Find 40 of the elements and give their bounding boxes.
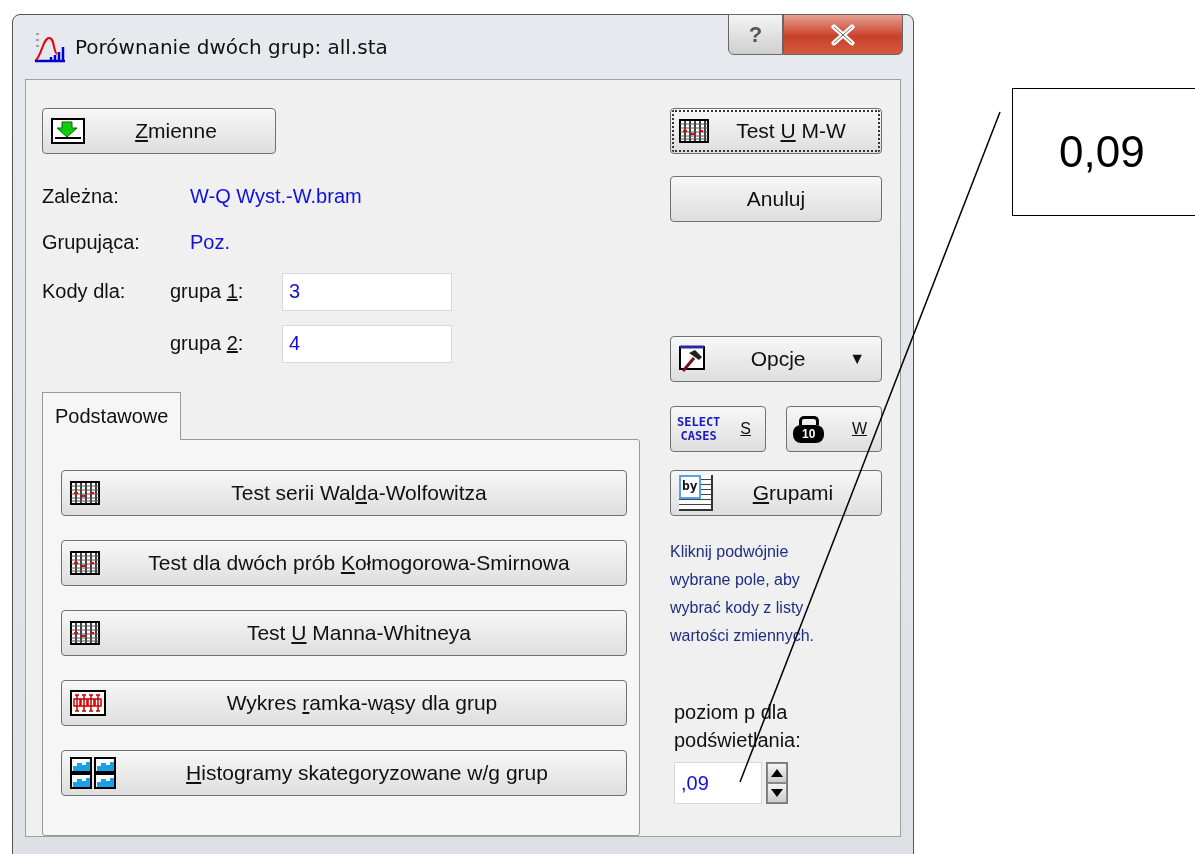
window-title: Porównanie dwóch grup: all.sta xyxy=(75,35,388,59)
callout-box: 0,09 xyxy=(1012,88,1195,216)
cancel-button[interactable]: Anuluj xyxy=(670,176,882,222)
test-button[interactable]: Test dla dwóch prób Kołmogorowa-Smirnowa xyxy=(61,539,627,586)
chart-icon xyxy=(33,30,67,64)
by-groups-button[interactable]: by Grupami xyxy=(670,470,882,516)
variable-value: Poz. xyxy=(190,231,231,255)
table-icon xyxy=(70,480,100,505)
group-label: grupa 1: xyxy=(170,280,245,304)
tab[interactable]: Podstawowe xyxy=(42,391,182,440)
run-test-button[interactable]: Test U M-W xyxy=(670,108,882,154)
table-icon xyxy=(70,620,100,645)
close-button[interactable] xyxy=(783,14,903,55)
test-button[interactable]: Test serii Walda-Wolfowitza xyxy=(61,469,627,516)
variables-button[interactable]: Zmienne xyxy=(42,108,276,154)
weight-button[interactable]: 10 W xyxy=(786,406,882,452)
p-level-field[interactable]: ,09 xyxy=(674,762,762,804)
field-label: Grupująca: xyxy=(42,231,141,255)
spin-buttons[interactable] xyxy=(766,762,788,804)
select-cases-button[interactable]: SELECT CASES S xyxy=(670,406,766,452)
variable-value: W-Q Wyst.-W.bram xyxy=(190,185,362,209)
table-icon xyxy=(679,119,709,143)
field-label: Zależna: xyxy=(42,185,120,209)
test-button[interactable]: Histogramy skategoryzowane w/g grup xyxy=(61,749,627,796)
close-icon xyxy=(828,23,858,46)
test-button[interactable]: Wykres ramka-wąsy dla grup xyxy=(61,679,627,726)
test-button[interactable]: Test U Manna-Whitneya xyxy=(61,609,627,656)
box-plot-icon xyxy=(70,689,106,716)
download-icon xyxy=(51,117,85,144)
help-button[interactable]: ? xyxy=(728,14,783,55)
group-code-field[interactable]: 4 xyxy=(282,324,452,363)
options-button[interactable]: Opcje ▼ xyxy=(670,336,882,382)
hammer-icon xyxy=(679,345,707,373)
by-group-icon: by xyxy=(679,475,713,511)
table-icon xyxy=(70,550,100,575)
group-code-field[interactable]: 3 xyxy=(282,272,452,311)
select-cases-icon: SELECT CASES xyxy=(677,415,721,443)
group-label: grupa 2: xyxy=(170,332,245,356)
histograms-icon xyxy=(70,756,116,789)
codes-label: Kody dla: xyxy=(42,280,127,304)
